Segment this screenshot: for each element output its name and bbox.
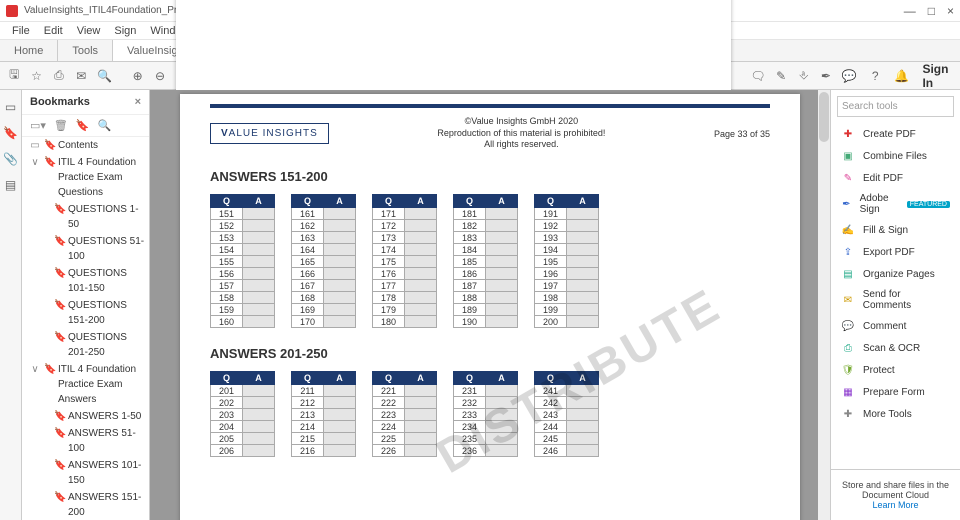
help-icon[interactable]: ? bbox=[870, 69, 880, 83]
page-up-icon[interactable]: ⊕ bbox=[132, 69, 144, 83]
tab-tools[interactable]: Tools bbox=[58, 40, 113, 61]
bookmarks-title: Bookmarks bbox=[30, 96, 90, 108]
left-rail: ▭ 🔖 📎 ▤ bbox=[0, 90, 22, 520]
menu-view[interactable]: View bbox=[77, 25, 101, 37]
tool-export-pdf[interactable]: ⇪Export PDF bbox=[831, 241, 960, 263]
search-icon[interactable]: 🔍 bbox=[98, 69, 112, 83]
pen-icon[interactable]: ✎ bbox=[775, 69, 787, 83]
scrollbar[interactable] bbox=[818, 90, 830, 520]
bookmark-trash-icon[interactable]: 🗑 bbox=[54, 119, 68, 132]
attach-icon[interactable]: 📎 bbox=[3, 152, 18, 166]
bookmark-search-icon[interactable]: 🔍 bbox=[98, 119, 112, 132]
rights-line: All rights reserved. bbox=[329, 139, 714, 151]
tool-send-for-comments[interactable]: ✉Send for Comments bbox=[831, 285, 960, 315]
bookmarks-panel: Bookmarks× ▭▾ 🗑 🔖 🔍 ▭🔖Contents∨🔖ITIL 4 F… bbox=[22, 90, 150, 520]
bookmark-item[interactable]: 🔖ANSWERS 51-100 bbox=[28, 425, 149, 457]
tab-home[interactable]: Home bbox=[0, 40, 58, 61]
page-label: Page 33 of 35 bbox=[714, 129, 770, 139]
tool-combine-files[interactable]: ▣Combine Files bbox=[831, 145, 960, 167]
mail-icon[interactable]: ✉ bbox=[75, 69, 87, 83]
menu-file[interactable]: File bbox=[12, 25, 30, 37]
answer-table: QA161162163164165166167168169170 bbox=[291, 194, 356, 328]
thumbnails-icon[interactable]: ▭ bbox=[5, 100, 16, 114]
answer-table: QA221222223224225226 bbox=[372, 371, 437, 457]
bookmarks-icon[interactable]: 🔖 bbox=[3, 126, 18, 140]
bookmark-item[interactable]: 🔖QUESTIONS 51-100 bbox=[28, 233, 149, 265]
answer-table: QA241242243244245246 bbox=[534, 371, 599, 457]
copyright-line: ©Value Insights GmbH 2020 bbox=[329, 116, 714, 128]
tool-prepare-form[interactable]: ▦Prepare Form bbox=[831, 381, 960, 403]
print-icon[interactable]: ⎙ bbox=[53, 69, 65, 83]
logo: VALUE INSIGHTS bbox=[210, 123, 329, 144]
tool-scan-ocr[interactable]: ⎙Scan & OCR bbox=[831, 337, 960, 359]
bookmark-item[interactable]: ∨🔖ITIL 4 Foundation Practice Exam Answer… bbox=[28, 361, 149, 408]
bookmark-find-icon[interactable]: 🔖 bbox=[76, 119, 90, 132]
close-icon[interactable]: × bbox=[135, 96, 141, 108]
comment-icon[interactable]: 🗨 bbox=[751, 69, 765, 83]
save-icon[interactable]: 🖫 bbox=[8, 69, 20, 83]
bookmark-item[interactable]: ∨🔖ITIL 4 Foundation Practice Exam Questi… bbox=[28, 154, 149, 201]
repro-line: Reproduction of this material is prohibi… bbox=[329, 128, 714, 140]
document-viewport[interactable]: VALUE INSIGHTS ©Value Insights GmbH 2020… bbox=[150, 90, 830, 520]
close-button[interactable]: × bbox=[947, 4, 954, 18]
answer-table: QA201202203204205206 bbox=[210, 371, 275, 457]
chat-icon[interactable]: 💬 bbox=[842, 69, 856, 83]
learn-more-link[interactable]: Learn More bbox=[872, 500, 918, 510]
answer-table: QA211212213214215216 bbox=[291, 371, 356, 457]
tool-edit-pdf[interactable]: ✎Edit PDF bbox=[831, 167, 960, 189]
tools-panel: Search tools ✚Create PDF▣Combine Files✎E… bbox=[830, 90, 960, 520]
tool-protect[interactable]: 🛡Protect bbox=[831, 359, 960, 381]
highlight-icon[interactable]: ⎀ bbox=[797, 69, 809, 83]
section-heading: ANSWERS 201-250 bbox=[210, 346, 770, 361]
maximize-button[interactable]: □ bbox=[928, 4, 935, 18]
tool-more-tools[interactable]: ✚More Tools bbox=[831, 403, 960, 425]
pdf-page: VALUE INSIGHTS ©Value Insights GmbH 2020… bbox=[180, 94, 800, 520]
bookmark-item[interactable]: 🔖QUESTIONS 201-250 bbox=[28, 329, 149, 361]
star-icon[interactable]: ☆ bbox=[30, 69, 42, 83]
layers-icon[interactable]: ▤ bbox=[5, 178, 16, 192]
menu-edit[interactable]: Edit bbox=[44, 25, 63, 37]
tool-comment[interactable]: 💬Comment bbox=[831, 315, 960, 337]
bookmark-item[interactable]: ▭🔖Contents bbox=[28, 137, 149, 154]
promo-box: Store and share files in the Document Cl… bbox=[831, 469, 960, 520]
bookmark-item[interactable]: 🔖ANSWERS 101-150 bbox=[28, 457, 149, 489]
bookmark-item[interactable]: 🔖QUESTIONS 1-50 bbox=[28, 201, 149, 233]
tool-organize-pages[interactable]: ▤Organize Pages bbox=[831, 263, 960, 285]
section-heading: ANSWERS 151-200 bbox=[210, 169, 770, 184]
app-icon bbox=[6, 5, 18, 17]
answer-table: QA171172173174175176177178179180 bbox=[372, 194, 437, 328]
minimize-button[interactable]: — bbox=[904, 4, 916, 18]
tool-fill-sign[interactable]: ✍Fill & Sign bbox=[831, 219, 960, 241]
answer-table: QA191192193194195196197198199200 bbox=[534, 194, 599, 328]
bookmark-item[interactable]: 🔖QUESTIONS 151-200 bbox=[28, 297, 149, 329]
bookmark-item[interactable]: 🔖ANSWERS 151-200 bbox=[28, 489, 149, 517]
sign-in-button[interactable]: Sign In bbox=[922, 62, 952, 90]
menu-sign[interactable]: Sign bbox=[114, 25, 136, 37]
answer-table: QA151152153154155156157158159160 bbox=[210, 194, 275, 328]
answer-table: QA181182183184185186187188189190 bbox=[453, 194, 518, 328]
bell-icon[interactable]: 🔔 bbox=[894, 69, 908, 83]
toolbar: 🖫 ☆ ⎙ ✉ 🔍 ⊕ ⊖ 34 / 35 🗨 ✎ ⎀ ✒ 💬 ? 🔔 Sign… bbox=[0, 62, 960, 90]
sign-icon[interactable]: ✒ bbox=[820, 69, 832, 83]
search-tools-input[interactable]: Search tools bbox=[837, 96, 954, 117]
page-down-icon[interactable]: ⊖ bbox=[154, 69, 166, 83]
bookmark-item[interactable]: 🔖QUESTIONS 101-150 bbox=[28, 265, 149, 297]
new-bookmark-icon[interactable]: ▭▾ bbox=[30, 119, 46, 132]
bookmark-item[interactable]: 🔖ANSWERS 1-50 bbox=[28, 408, 149, 425]
tool-adobe-sign[interactable]: ✒Adobe SignFEATURED bbox=[831, 189, 960, 219]
tool-create-pdf[interactable]: ✚Create PDF bbox=[831, 123, 960, 145]
answer-table: QA231232233234235236 bbox=[453, 371, 518, 457]
